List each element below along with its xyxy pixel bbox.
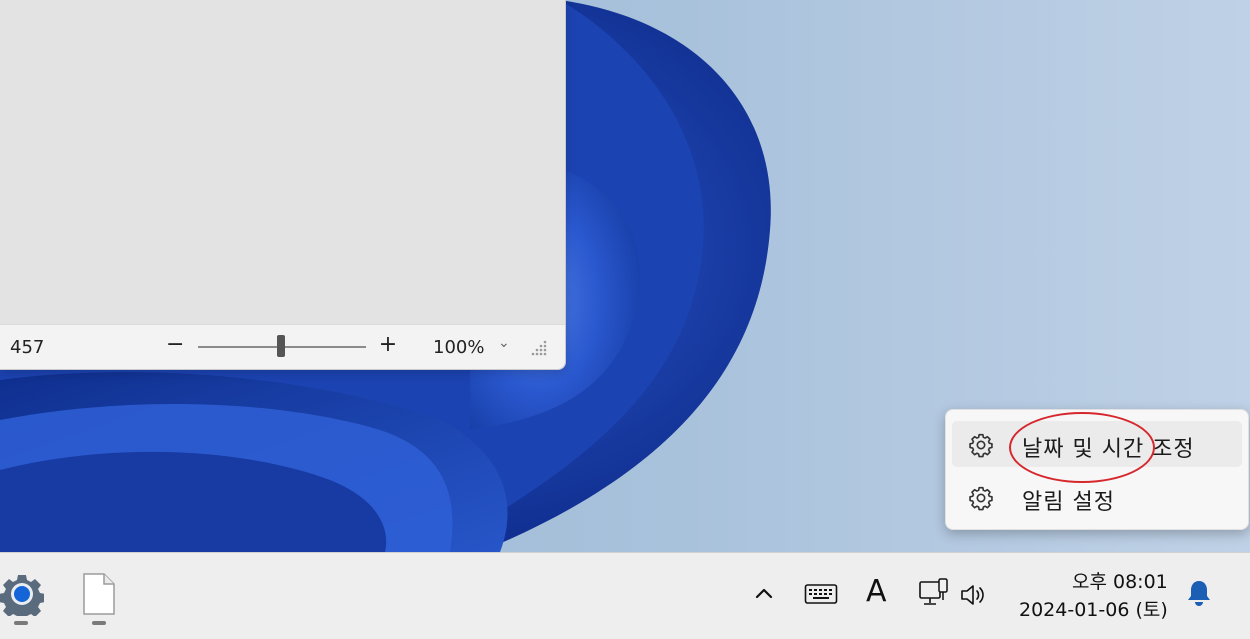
app-running-indicator bbox=[14, 621, 28, 625]
chevron-up-icon[interactable] bbox=[752, 582, 776, 606]
notification-bell-icon[interactable] bbox=[1185, 578, 1213, 610]
menu-item-label: 알림 설정 bbox=[1022, 490, 1115, 515]
highlight-circle bbox=[1009, 412, 1155, 483]
ime-indicator[interactable]: A bbox=[866, 574, 887, 609]
blank-file-icon[interactable] bbox=[80, 572, 118, 616]
volume-icon[interactable] bbox=[959, 582, 991, 608]
zoom-slider-thumb[interactable] bbox=[277, 335, 285, 357]
status-bar: 457 − + 100% ⌄ bbox=[0, 324, 565, 369]
app-running-indicator bbox=[92, 621, 106, 625]
network-icon[interactable] bbox=[917, 576, 951, 610]
keyboard-icon[interactable] bbox=[804, 582, 838, 606]
zoom-in-button[interactable]: + bbox=[376, 333, 400, 357]
resize-grip-icon[interactable] bbox=[530, 339, 548, 357]
zoom-out-button[interactable]: − bbox=[166, 333, 186, 357]
gear-icon bbox=[969, 433, 993, 458]
zoom-value[interactable]: 100% bbox=[433, 337, 484, 358]
chevron-down-icon[interactable]: ⌄ bbox=[498, 335, 510, 351]
gear-icon bbox=[969, 486, 993, 511]
settings-gear-icon[interactable] bbox=[0, 572, 44, 616]
app-window: 457 − + 100% ⌄ bbox=[0, 0, 566, 370]
status-count: 457 bbox=[10, 337, 45, 358]
clock-time[interactable]: 오후 08:01 bbox=[1072, 567, 1168, 594]
clock-date[interactable]: 2024-01-06 (토) bbox=[1019, 595, 1168, 622]
